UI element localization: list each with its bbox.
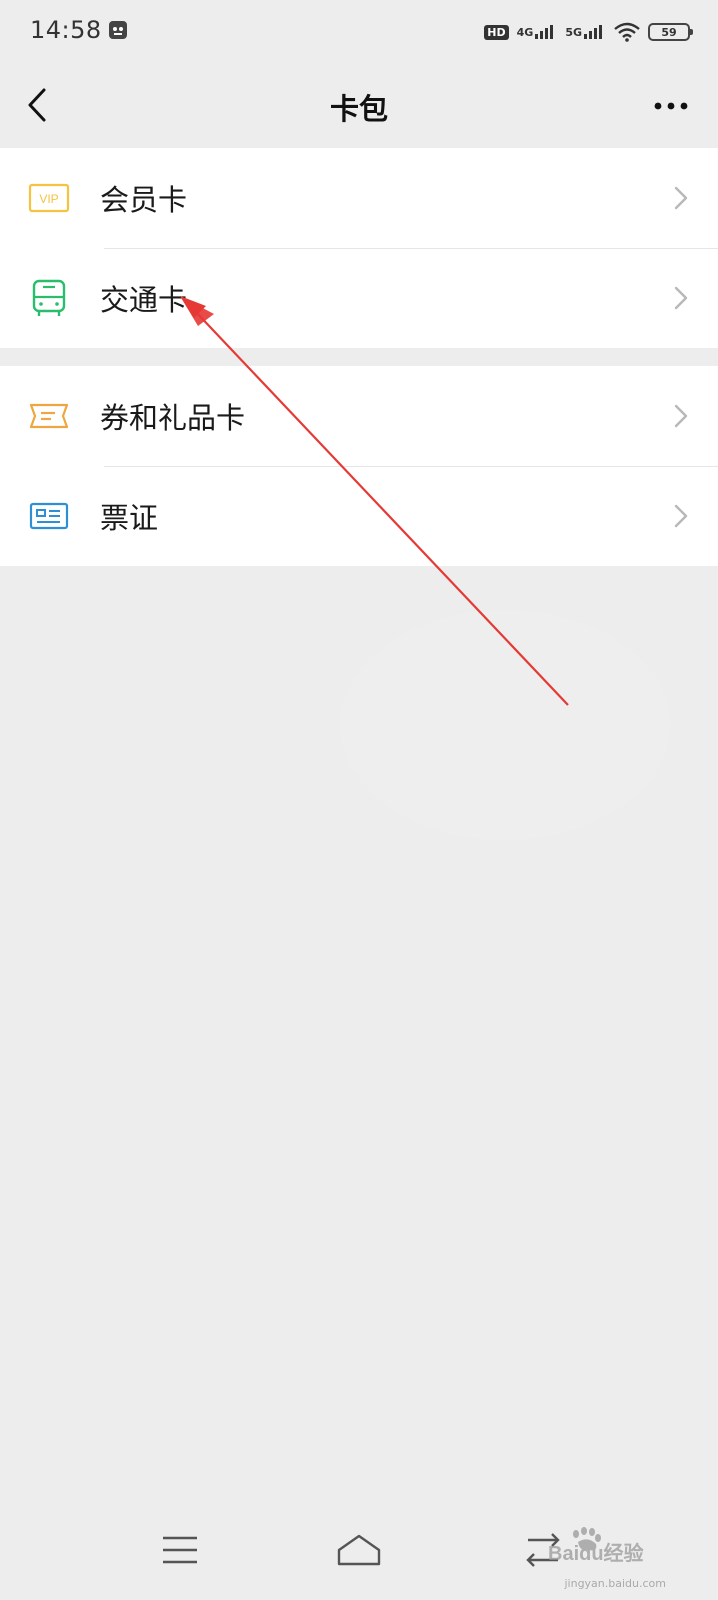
- watermark-url: jingyan.baidu.com: [564, 1577, 666, 1590]
- status-indicators: HD 4G 5G 59: [484, 18, 693, 46]
- list-item-membership-card[interactable]: VIP 会员卡: [0, 148, 718, 248]
- card-group-2: 券和礼品卡 票证: [0, 366, 718, 566]
- status-time: 14:58: [30, 16, 102, 44]
- list-item-transit-card[interactable]: 交通卡: [0, 248, 718, 348]
- watermark: Baidu经验: [546, 1526, 676, 1566]
- battery-level: 59: [661, 25, 677, 39]
- app-notification-icon: [109, 21, 127, 39]
- net-5g-label: 5G: [565, 26, 582, 39]
- list-item-label: 券和礼品卡: [100, 401, 246, 435]
- more-dots-icon: [654, 102, 688, 110]
- page-title: 卡包: [329, 92, 388, 126]
- home-icon: [337, 1534, 381, 1566]
- list-item-tickets-certificates[interactable]: 票证: [0, 466, 718, 566]
- chevron-right-icon: [674, 186, 688, 210]
- ticket-coupon-icon: [29, 403, 69, 429]
- list-item-label: 票证: [100, 501, 159, 535]
- bus-icon: [32, 279, 66, 316]
- chevron-right-icon: [674, 504, 688, 528]
- list-item-label: 会员卡: [100, 183, 188, 217]
- menu-icon: [163, 1536, 197, 1564]
- baidu-jingyan-logo: Baidu经验: [548, 1527, 644, 1565]
- more-options-button[interactable]: [648, 84, 694, 130]
- chevron-right-icon: [674, 404, 688, 428]
- system-home-button[interactable]: [334, 1528, 384, 1572]
- net-4g-label: 4G: [516, 26, 534, 39]
- nav-bar: 卡包: [0, 64, 718, 146]
- wifi-icon: [614, 22, 640, 42]
- signal-4g-icon: 4G: [517, 25, 558, 39]
- card-group-1: VIP 会员卡 交通卡: [0, 148, 718, 348]
- background-glow: [340, 610, 670, 840]
- svg-text:VIP: VIP: [39, 192, 58, 206]
- system-menu-button[interactable]: [155, 1528, 205, 1572]
- battery-icon: 59: [648, 23, 693, 41]
- hd-voice-icon: HD: [484, 24, 509, 40]
- chevron-right-icon: [674, 286, 688, 310]
- list-item-coupons-gift-cards[interactable]: 券和礼品卡: [0, 366, 718, 466]
- status-bar: 14:58 HD 4G 5G 59: [0, 0, 718, 64]
- signal-5g-icon: 5G: [565, 25, 606, 39]
- list-item-label: 交通卡: [100, 283, 188, 317]
- id-card-icon: [29, 502, 69, 530]
- svg-text:Baidu经验: Baidu经验: [548, 1541, 644, 1565]
- vip-card-icon: VIP: [28, 183, 70, 213]
- system-nav-bar: Baidu经验 jingyan.baidu.com: [0, 1500, 718, 1600]
